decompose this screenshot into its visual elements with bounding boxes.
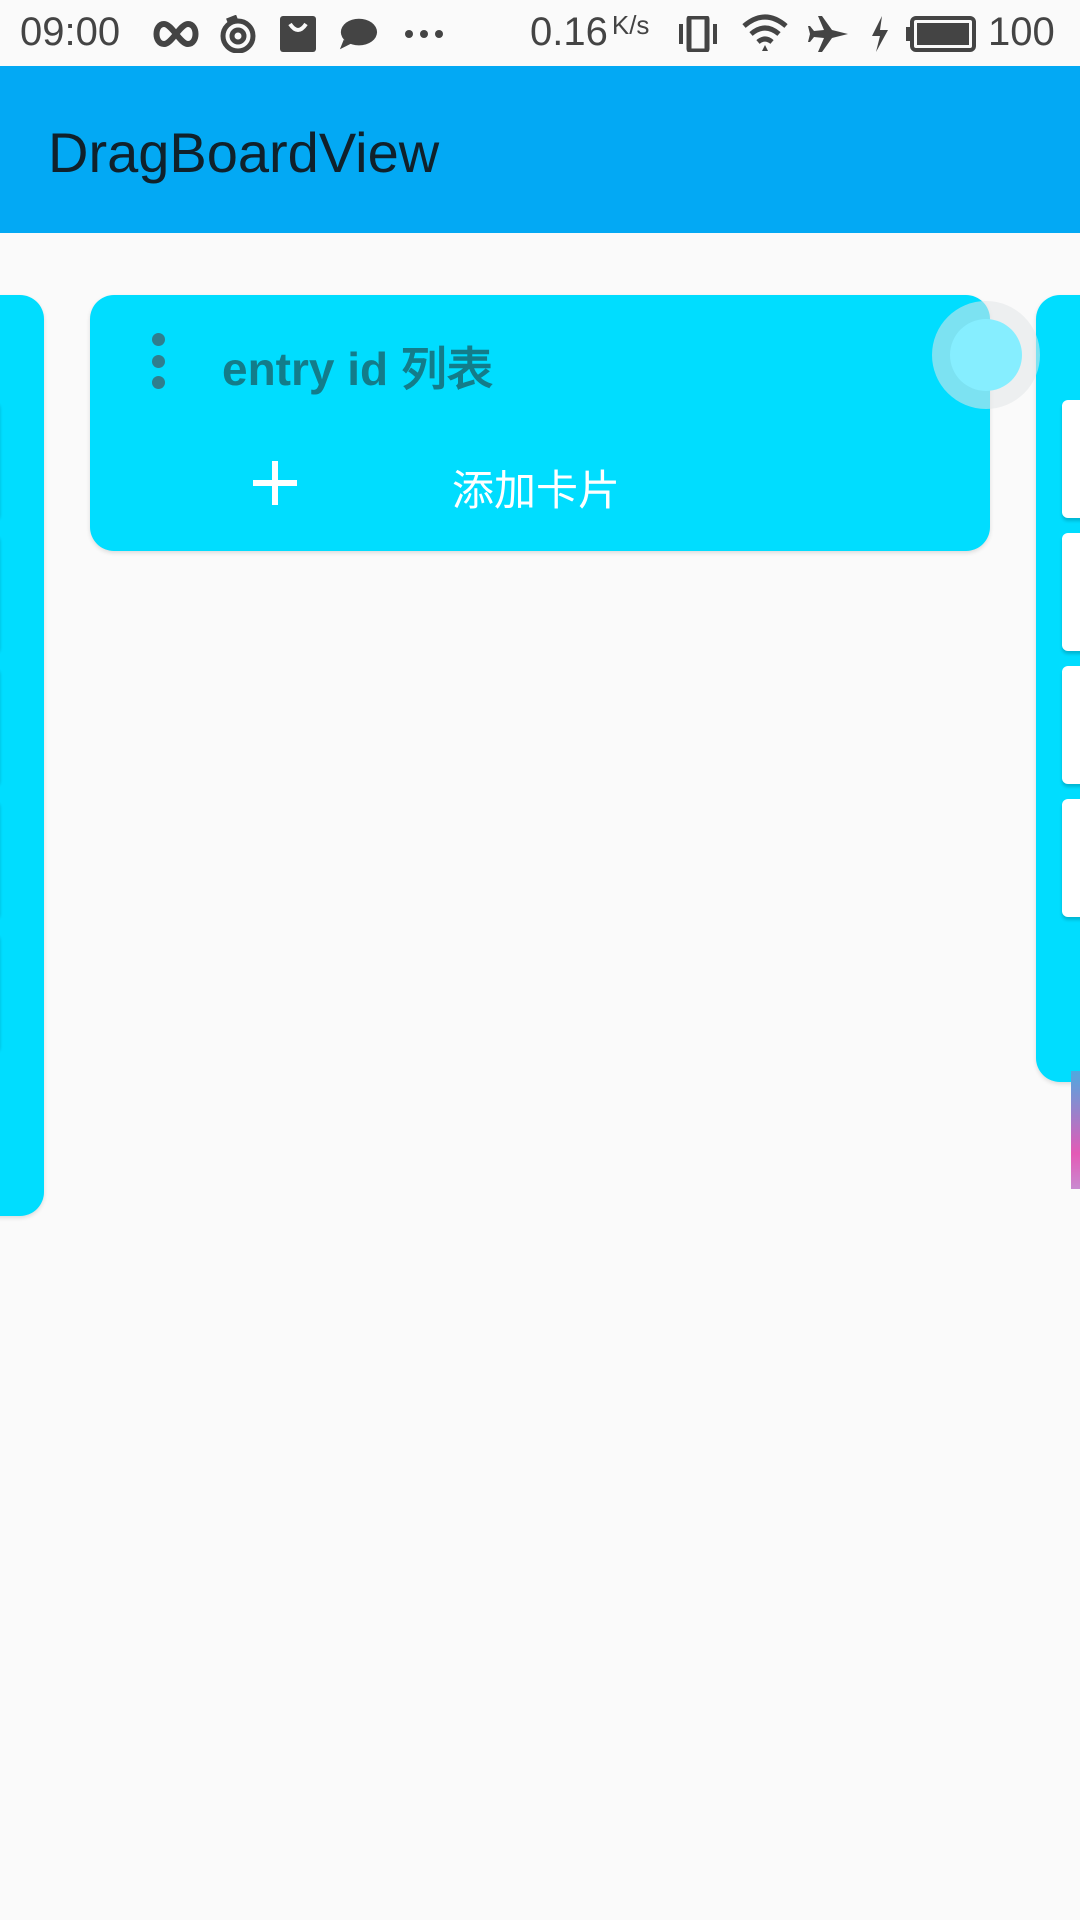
swirl-icon	[218, 14, 258, 54]
column-title[interactable]: entry id 列表	[222, 333, 493, 399]
chat-bubble-icon	[338, 14, 378, 54]
charging-icon	[868, 14, 892, 54]
add-card-label: 添加卡片	[452, 466, 621, 515]
network-speed-unit: K/s	[611, 10, 650, 40]
scroll-indicator	[1071, 1071, 1080, 1189]
wifi-icon	[742, 14, 788, 54]
add-card-button[interactable]: 添加卡片	[90, 443, 990, 535]
board-column-previous[interactable]	[0, 295, 44, 1216]
status-bar: 09:00 0.16 K/s 100	[0, 0, 1080, 66]
menu-dot	[151, 333, 165, 346]
list-card[interactable]	[1062, 400, 1080, 518]
drag-board[interactable]: entry id 列表 添加卡片	[0, 233, 1080, 1920]
board-column[interactable]: entry id 列表 添加卡片	[90, 295, 990, 551]
menu-dot	[151, 376, 165, 389]
app-bar: DragBoardView	[0, 66, 1080, 233]
drag-handle-knob	[950, 319, 1022, 391]
list-card[interactable]	[1062, 799, 1080, 917]
battery-icon	[906, 14, 976, 54]
menu-dot	[151, 354, 165, 368]
board-column-next[interactable]	[1036, 295, 1080, 1082]
bag-icon	[278, 14, 318, 54]
drag-handle[interactable]	[932, 301, 1040, 409]
more-icon	[404, 14, 444, 54]
battery-level: 100	[988, 10, 1055, 54]
status-time: 09:00	[20, 10, 121, 54]
vibrate-icon	[678, 14, 718, 54]
list-card[interactable]	[1062, 533, 1080, 651]
more-vert-icon[interactable]	[146, 333, 170, 389]
network-speed: 0.16 K/s	[530, 10, 650, 54]
plus-icon	[253, 461, 297, 505]
airplane-icon	[808, 14, 848, 54]
list-card[interactable]	[1062, 666, 1080, 784]
infinity-icon	[150, 14, 202, 54]
app-title: DragBoardView	[48, 121, 440, 184]
